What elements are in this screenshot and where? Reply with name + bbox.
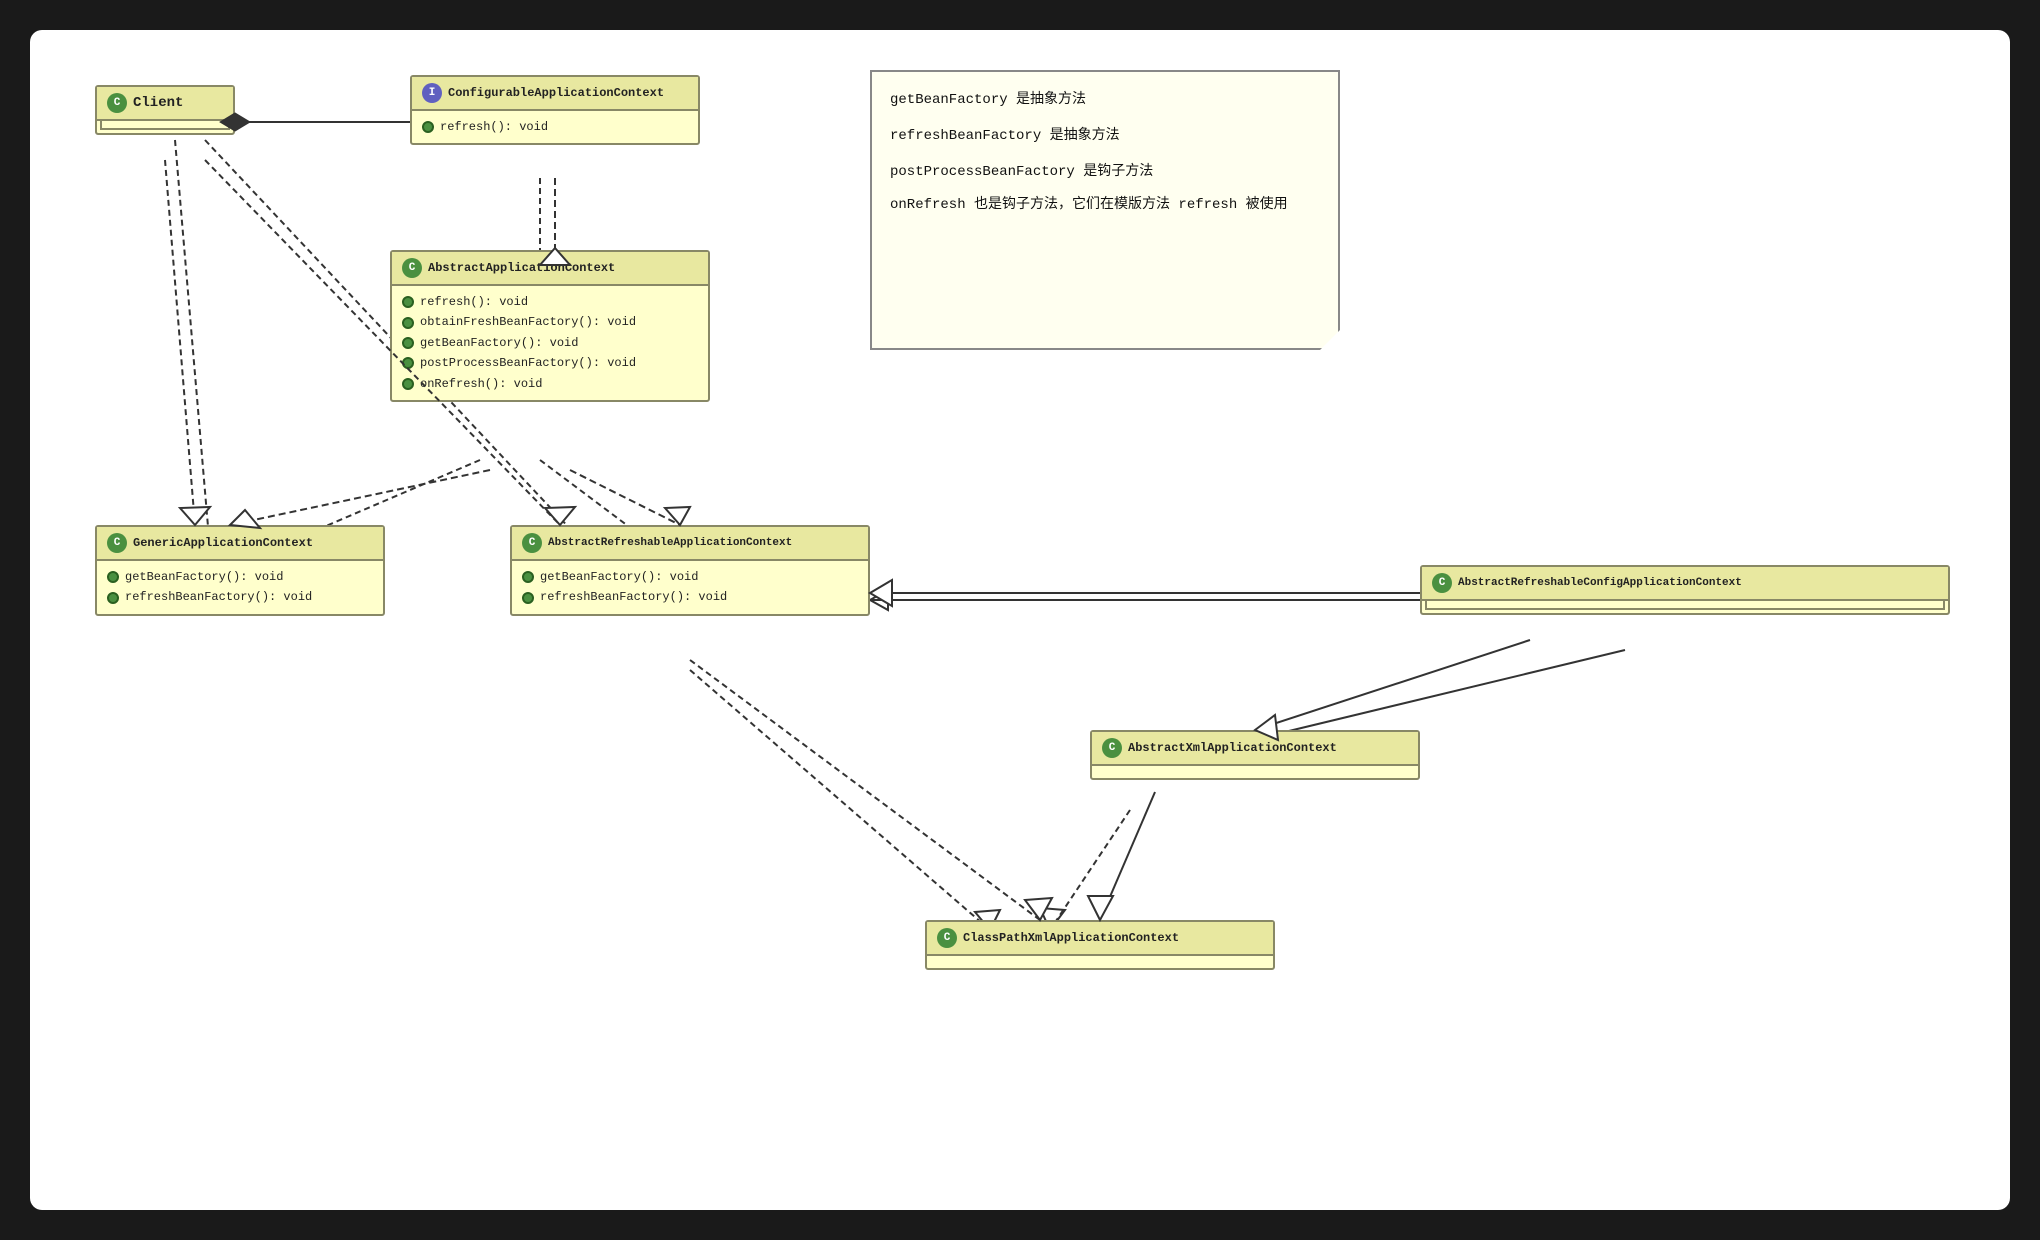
client-body: [97, 121, 233, 133]
abstract-ac-method-4: onRefresh(): void: [402, 374, 698, 394]
classpath-xml-ac-header: C ClassPathXmlApplicationContext: [927, 922, 1273, 956]
abstract-xml-ac-header: C AbstractXmlApplicationContext: [1092, 732, 1418, 766]
configurable-ac-body: refresh(): void: [412, 111, 698, 143]
configurable-ac-name: ConfigurableApplicationContext: [448, 86, 664, 100]
abstract-ac-method-0: refresh(): void: [402, 292, 698, 312]
note-box: getBeanFactory 是抽象方法 refreshBeanFactory …: [870, 70, 1340, 350]
abstract-refreshable-config-ac-icon: C: [1432, 573, 1452, 593]
abstract-refreshable-ac-body: getBeanFactory(): void refreshBeanFactor…: [512, 561, 868, 614]
classpath-xml-ac-body: [927, 956, 1273, 968]
abstract-refreshable-ac-name: AbstractRefreshableApplicationContext: [548, 537, 792, 549]
classpath-xml-ac-class: C ClassPathXmlApplicationContext: [925, 920, 1275, 970]
generic-ac-class: C GenericApplicationContext getBeanFacto…: [95, 525, 385, 616]
abstract-ac-method-1: obtainFreshBeanFactory(): void: [402, 312, 698, 332]
generic-ac-header: C GenericApplicationContext: [97, 527, 383, 561]
classpath-xml-ac-icon: C: [937, 928, 957, 948]
generic-ac-name: GenericApplicationContext: [133, 536, 313, 550]
abstract-xml-ac-icon: C: [1102, 738, 1122, 758]
abstract-ac-icon: C: [402, 258, 422, 278]
configurable-ac-icon: I: [422, 83, 442, 103]
diagram-canvas: C Client I ConfigurableApplicationContex…: [30, 30, 2010, 1210]
abstract-ac-header: C AbstractApplicationContext: [392, 252, 708, 286]
configurable-ac-header: I ConfigurableApplicationContext: [412, 77, 698, 111]
abstract-ac-name: AbstractApplicationContext: [428, 261, 615, 275]
abstract-refreshable-ac-icon: C: [522, 533, 542, 553]
configurable-ac-class: I ConfigurableApplicationContext refresh…: [410, 75, 700, 145]
abstract-refreshable-ac-header: C AbstractRefreshableApplicationContext: [512, 527, 868, 561]
abstract-refreshable-config-ac-header: C AbstractRefreshableConfigApplicationCo…: [1422, 567, 1948, 601]
abstract-refreshable-ac-method-0: getBeanFactory(): void: [522, 567, 858, 587]
client-header: C Client: [97, 87, 233, 121]
abstract-xml-ac-class: C AbstractXmlApplicationContext: [1090, 730, 1420, 780]
note-line-3: onRefresh 也是钩子方法，它们在模版方法 refresh 被使用: [890, 194, 1320, 216]
method-dot: [422, 121, 434, 133]
classpath-xml-ac-name: ClassPathXmlApplicationContext: [963, 931, 1179, 945]
generic-ac-method-1: refreshBeanFactory(): void: [107, 587, 373, 607]
note-line-2: postProcessBeanFactory 是钩子方法: [890, 158, 1320, 186]
abstract-ac-method-3: postProcessBeanFactory(): void: [402, 353, 698, 373]
note-line-1: refreshBeanFactory 是抽象方法: [890, 122, 1320, 150]
abstract-ac-body: refresh(): void obtainFreshBeanFactory()…: [392, 286, 708, 400]
generic-ac-method-0: getBeanFactory(): void: [107, 567, 373, 587]
generic-ac-body: getBeanFactory(): void refreshBeanFactor…: [97, 561, 383, 614]
abstract-xml-ac-body: [1092, 766, 1418, 778]
abstract-ac-method-2: getBeanFactory(): void: [402, 333, 698, 353]
abstract-refreshable-config-ac-body: [1422, 601, 1948, 613]
abstract-refreshable-ac-method-1: refreshBeanFactory(): void: [522, 587, 858, 607]
client-icon: C: [107, 93, 127, 113]
note-line-0: getBeanFactory 是抽象方法: [890, 86, 1320, 114]
client-class: C Client: [95, 85, 235, 135]
abstract-refreshable-config-ac-class: C AbstractRefreshableConfigApplicationCo…: [1420, 565, 1950, 615]
configurable-ac-method-0: refresh(): void: [422, 117, 688, 137]
abstract-refreshable-config-ac-name: AbstractRefreshableConfigApplicationCont…: [1458, 577, 1742, 589]
client-name: Client: [133, 95, 183, 111]
generic-ac-icon: C: [107, 533, 127, 553]
abstract-ac-class: C AbstractApplicationContext refresh(): …: [390, 250, 710, 402]
abstract-xml-ac-name: AbstractXmlApplicationContext: [1128, 741, 1337, 755]
abstract-refreshable-ac-class: C AbstractRefreshableApplicationContext …: [510, 525, 870, 616]
